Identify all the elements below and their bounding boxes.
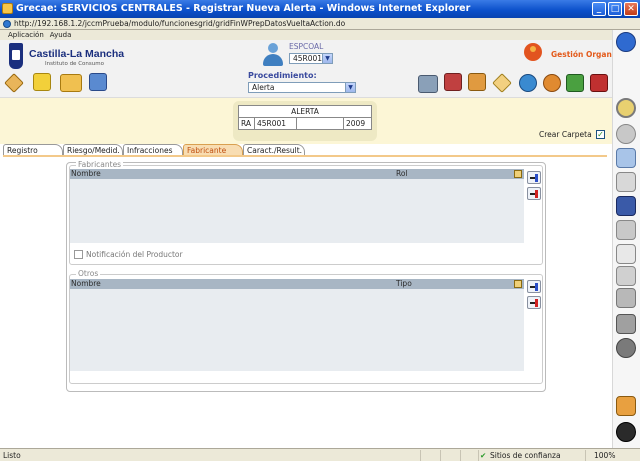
- globe-icon[interactable]: [519, 74, 537, 92]
- layers-icon[interactable]: [616, 148, 636, 168]
- notificacion-productor-checkbox[interactable]: [74, 250, 83, 259]
- trusted-zone-icon: ✔: [480, 451, 487, 460]
- search-people-icon[interactable]: [543, 74, 561, 92]
- alerta-number: [297, 118, 344, 129]
- magnifier-icon[interactable]: [616, 98, 636, 118]
- alerta-prefix: RA: [239, 118, 255, 129]
- window-title: Grecae: SERVICIOS CENTRALES - Registrar …: [16, 3, 471, 14]
- maximize-button[interactable]: □: [608, 2, 622, 16]
- procedimiento-value: Alerta: [252, 83, 275, 92]
- notificacion-productor-label: Notificación del Productor: [86, 250, 183, 259]
- chart-icon[interactable]: [566, 74, 584, 92]
- stapler-icon[interactable]: [616, 288, 636, 308]
- export-excel-icon[interactable]: [514, 280, 522, 288]
- chevron-down-icon: ▼: [345, 83, 355, 92]
- alerta-box: ALERTA RA 45R001 2009: [238, 105, 372, 130]
- user-icon: [262, 43, 284, 67]
- add-otro-button[interactable]: [527, 280, 541, 293]
- org-logo: Castilla-La Mancha Instituto de Consumo: [9, 43, 124, 71]
- tab-underline: [3, 155, 607, 157]
- otros-grid[interactable]: Nombre Tipo: [70, 279, 524, 371]
- fabricantes-grid-header: Nombre Rol: [70, 169, 524, 179]
- remove-otro-button[interactable]: [527, 296, 541, 309]
- otros-legend: Otros: [76, 269, 101, 278]
- gestion-icon: [524, 43, 542, 61]
- archive-icon[interactable]: [468, 73, 486, 91]
- gear-icon[interactable]: [616, 338, 636, 358]
- printer-icon[interactable]: [616, 314, 636, 334]
- crear-carpeta-label: Crear Carpeta: [539, 130, 592, 139]
- procedimiento-label: Procedimiento:: [248, 71, 317, 80]
- procedimiento-select[interactable]: Alerta ▼: [248, 82, 356, 93]
- info-icon[interactable]: [616, 32, 636, 52]
- user-select[interactable]: 45R001 ▼: [289, 53, 333, 64]
- zone-text: Sitios de confianza: [490, 451, 561, 460]
- address-url[interactable]: http://192.168.1.2/jccmPrueba/modulo/fun…: [14, 19, 345, 28]
- right-sidebar: [612, 30, 640, 448]
- export-excel-icon[interactable]: [514, 170, 522, 178]
- books-icon[interactable]: [444, 73, 462, 91]
- app-icon: [2, 3, 13, 14]
- otros-grid-header: Nombre Tipo: [70, 279, 524, 289]
- tools-icon[interactable]: [616, 396, 636, 416]
- copy-icon[interactable]: [616, 172, 636, 192]
- minimize-button[interactable]: _: [592, 2, 606, 16]
- fabricantes-col-nombre[interactable]: Nombre: [71, 169, 101, 179]
- menu-bar: Aplicación Ayuda: [0, 30, 640, 40]
- exit-icon[interactable]: [616, 422, 636, 442]
- alerta-title: ALERTA: [239, 106, 371, 118]
- add-fabricante-button[interactable]: [527, 171, 541, 184]
- back-icon[interactable]: [616, 124, 636, 144]
- org-name: Castilla-La Mancha: [29, 48, 125, 60]
- gestion-organismo-link[interactable]: Gestión Organismo: [524, 43, 632, 63]
- folder-icon[interactable]: [60, 74, 82, 92]
- crear-carpeta-checkbox[interactable]: ✓: [596, 130, 605, 139]
- fabricantes-col-rol[interactable]: Rol: [396, 169, 408, 179]
- close-button[interactable]: ✕: [624, 2, 638, 16]
- menu-aplicacion[interactable]: Aplicación: [8, 30, 44, 40]
- org-subtitle: Instituto de Consumo: [45, 61, 104, 67]
- ie-page-icon: [3, 20, 11, 28]
- zoom-level[interactable]: 100%: [594, 449, 615, 461]
- remove-fabricante-button[interactable]: [527, 187, 541, 200]
- paperclip-icon[interactable]: [616, 266, 636, 286]
- alerta-code: 45R001: [255, 118, 297, 129]
- menu-ayuda[interactable]: Ayuda: [50, 30, 72, 40]
- red-book-icon[interactable]: [590, 74, 608, 92]
- save-disk-icon[interactable]: [89, 73, 107, 91]
- alerta-year: 2009: [346, 119, 366, 128]
- chevron-down-icon: ▼: [322, 54, 332, 63]
- fabricantes-legend: Fabricantes: [76, 160, 124, 169]
- bulb-icon[interactable]: [33, 73, 51, 91]
- floppy-icon[interactable]: [616, 196, 636, 216]
- scissors-icon[interactable]: [616, 220, 636, 240]
- window-titlebar: Grecae: SERVICIOS CENTRALES - Registrar …: [0, 0, 640, 18]
- otros-col-nombre[interactable]: Nombre: [71, 279, 101, 289]
- crest-icon: [9, 43, 23, 69]
- fabricantes-grid[interactable]: Nombre Rol: [70, 169, 524, 243]
- address-bar[interactable]: http://192.168.1.2/jccmPrueba/modulo/fun…: [0, 18, 640, 30]
- status-bar: Listo ✔ Sitios de confianza 100%: [0, 448, 640, 461]
- laptop-icon[interactable]: [418, 75, 438, 93]
- status-text: Listo: [3, 451, 21, 460]
- user-select-value: 45R001: [293, 54, 323, 63]
- document-icon[interactable]: [616, 244, 636, 264]
- otros-col-tipo[interactable]: Tipo: [396, 279, 412, 289]
- user-label: ESPCOAL: [289, 42, 324, 51]
